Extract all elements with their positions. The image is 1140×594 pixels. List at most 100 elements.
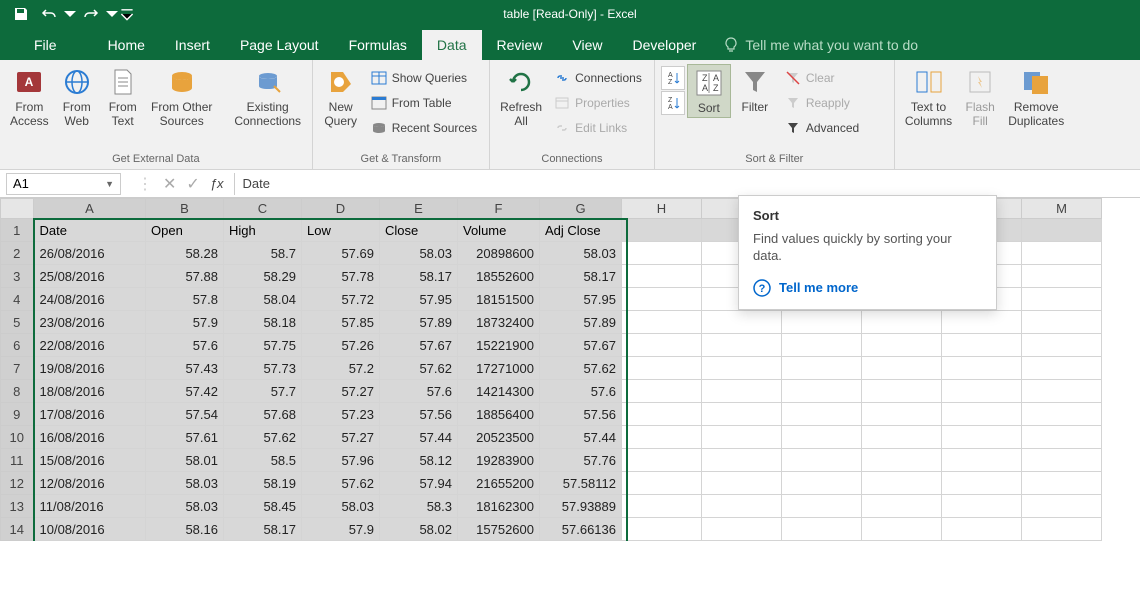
cell[interactable]: 57.95 xyxy=(540,288,622,311)
cell[interactable] xyxy=(862,311,942,334)
cell[interactable] xyxy=(782,334,862,357)
row-header-6[interactable]: 6 xyxy=(1,334,34,357)
cell[interactable]: 57.68 xyxy=(224,403,302,426)
cell[interactable]: 24/08/2016 xyxy=(34,288,146,311)
cell[interactable] xyxy=(1022,219,1102,242)
cell[interactable] xyxy=(622,219,702,242)
cell[interactable]: 20898600 xyxy=(458,242,540,265)
cell[interactable]: 57.26 xyxy=(302,334,380,357)
cell[interactable]: Low xyxy=(302,219,380,242)
cell[interactable] xyxy=(782,449,862,472)
row-header-2[interactable]: 2 xyxy=(1,242,34,265)
cell[interactable]: 58.5 xyxy=(224,449,302,472)
row-header-4[interactable]: 4 xyxy=(1,288,34,311)
cell[interactable]: 15221900 xyxy=(458,334,540,357)
cell[interactable] xyxy=(622,265,702,288)
cell[interactable] xyxy=(1022,334,1102,357)
cell[interactable] xyxy=(702,334,782,357)
cell[interactable] xyxy=(862,403,942,426)
cell[interactable] xyxy=(862,518,942,541)
cell[interactable] xyxy=(622,334,702,357)
cell[interactable] xyxy=(782,380,862,403)
cell[interactable]: 19/08/2016 xyxy=(34,357,146,380)
cell[interactable] xyxy=(1022,403,1102,426)
cell[interactable]: 58.16 xyxy=(146,518,224,541)
qat-customize-icon[interactable] xyxy=(120,2,134,26)
chevron-down-icon[interactable]: ▼ xyxy=(105,179,114,189)
cell[interactable]: 57.2 xyxy=(302,357,380,380)
cell[interactable]: 58.03 xyxy=(302,495,380,518)
connections-button[interactable]: Connections xyxy=(548,66,648,90)
cell[interactable]: 57.88 xyxy=(146,265,224,288)
cell[interactable]: 17271000 xyxy=(458,357,540,380)
cell[interactable]: 57.62 xyxy=(380,357,458,380)
cell[interactable] xyxy=(782,426,862,449)
name-box[interactable]: A1▼ xyxy=(6,173,121,195)
cell[interactable] xyxy=(942,311,1022,334)
cell[interactable] xyxy=(622,518,702,541)
tab-data[interactable]: Data xyxy=(422,30,482,60)
cell[interactable]: Volume xyxy=(458,219,540,242)
tell-me-search[interactable]: Tell me what you want to do xyxy=(711,30,930,60)
cell[interactable] xyxy=(622,403,702,426)
cell[interactable]: 57.67 xyxy=(540,334,622,357)
row-header-10[interactable]: 10 xyxy=(1,426,34,449)
new-query-button[interactable]: NewQuery xyxy=(319,64,363,131)
sort-az-button[interactable]: AZ xyxy=(661,66,685,90)
cell[interactable] xyxy=(702,449,782,472)
cell[interactable] xyxy=(702,495,782,518)
cell[interactable]: 17/08/2016 xyxy=(34,403,146,426)
cell[interactable] xyxy=(702,380,782,403)
cell[interactable]: 18/08/2016 xyxy=(34,380,146,403)
cell[interactable]: 57.73 xyxy=(224,357,302,380)
cell[interactable] xyxy=(622,242,702,265)
cell[interactable]: 57.96 xyxy=(302,449,380,472)
cell[interactable]: 12/08/2016 xyxy=(34,472,146,495)
cell[interactable] xyxy=(1022,265,1102,288)
cell[interactable]: 23/08/2016 xyxy=(34,311,146,334)
enter-icon[interactable]: ✓ xyxy=(186,174,199,194)
cell[interactable]: 58.12 xyxy=(380,449,458,472)
tooltip-help-link[interactable]: ? Tell me more xyxy=(753,279,982,297)
cell[interactable] xyxy=(942,449,1022,472)
cell[interactable]: 57.8 xyxy=(146,288,224,311)
tab-insert[interactable]: Insert xyxy=(160,30,225,60)
undo-icon[interactable] xyxy=(36,2,62,26)
existing-connections-button[interactable]: ExistingConnections xyxy=(230,64,306,131)
cell[interactable]: 57.27 xyxy=(302,426,380,449)
column-header-H[interactable]: H xyxy=(622,199,702,219)
cell[interactable] xyxy=(702,472,782,495)
cell[interactable] xyxy=(942,518,1022,541)
cell[interactable]: 25/08/2016 xyxy=(34,265,146,288)
cell[interactable]: Close xyxy=(380,219,458,242)
cell[interactable] xyxy=(622,426,702,449)
cell[interactable]: 15752600 xyxy=(458,518,540,541)
select-all-corner[interactable] xyxy=(1,199,34,219)
cell[interactable]: 57.75 xyxy=(224,334,302,357)
cell[interactable]: 58.03 xyxy=(146,495,224,518)
cell[interactable]: 57.93889 xyxy=(540,495,622,518)
cell[interactable]: 57.44 xyxy=(380,426,458,449)
cell[interactable]: 22/08/2016 xyxy=(34,334,146,357)
cell[interactable] xyxy=(702,311,782,334)
cell[interactable] xyxy=(622,380,702,403)
redo-dropdown-icon[interactable] xyxy=(106,2,118,26)
column-header-M[interactable]: M xyxy=(1022,199,1102,219)
cell[interactable]: 18552600 xyxy=(458,265,540,288)
cell[interactable]: Open xyxy=(146,219,224,242)
tab-home[interactable]: Home xyxy=(93,30,160,60)
cell[interactable]: 57.27 xyxy=(302,380,380,403)
cell[interactable]: 57.62 xyxy=(302,472,380,495)
cell[interactable] xyxy=(942,403,1022,426)
save-icon[interactable] xyxy=(8,2,34,26)
from-web-button[interactable]: FromWeb xyxy=(55,64,99,131)
cell[interactable]: 57.85 xyxy=(302,311,380,334)
cell[interactable] xyxy=(702,403,782,426)
cell[interactable] xyxy=(1022,380,1102,403)
cell[interactable] xyxy=(622,495,702,518)
cell[interactable]: 57.94 xyxy=(380,472,458,495)
row-header-3[interactable]: 3 xyxy=(1,265,34,288)
flash-fill-button[interactable]: FlashFill xyxy=(958,64,1002,131)
column-header-E[interactable]: E xyxy=(380,199,458,219)
cell[interactable] xyxy=(702,426,782,449)
